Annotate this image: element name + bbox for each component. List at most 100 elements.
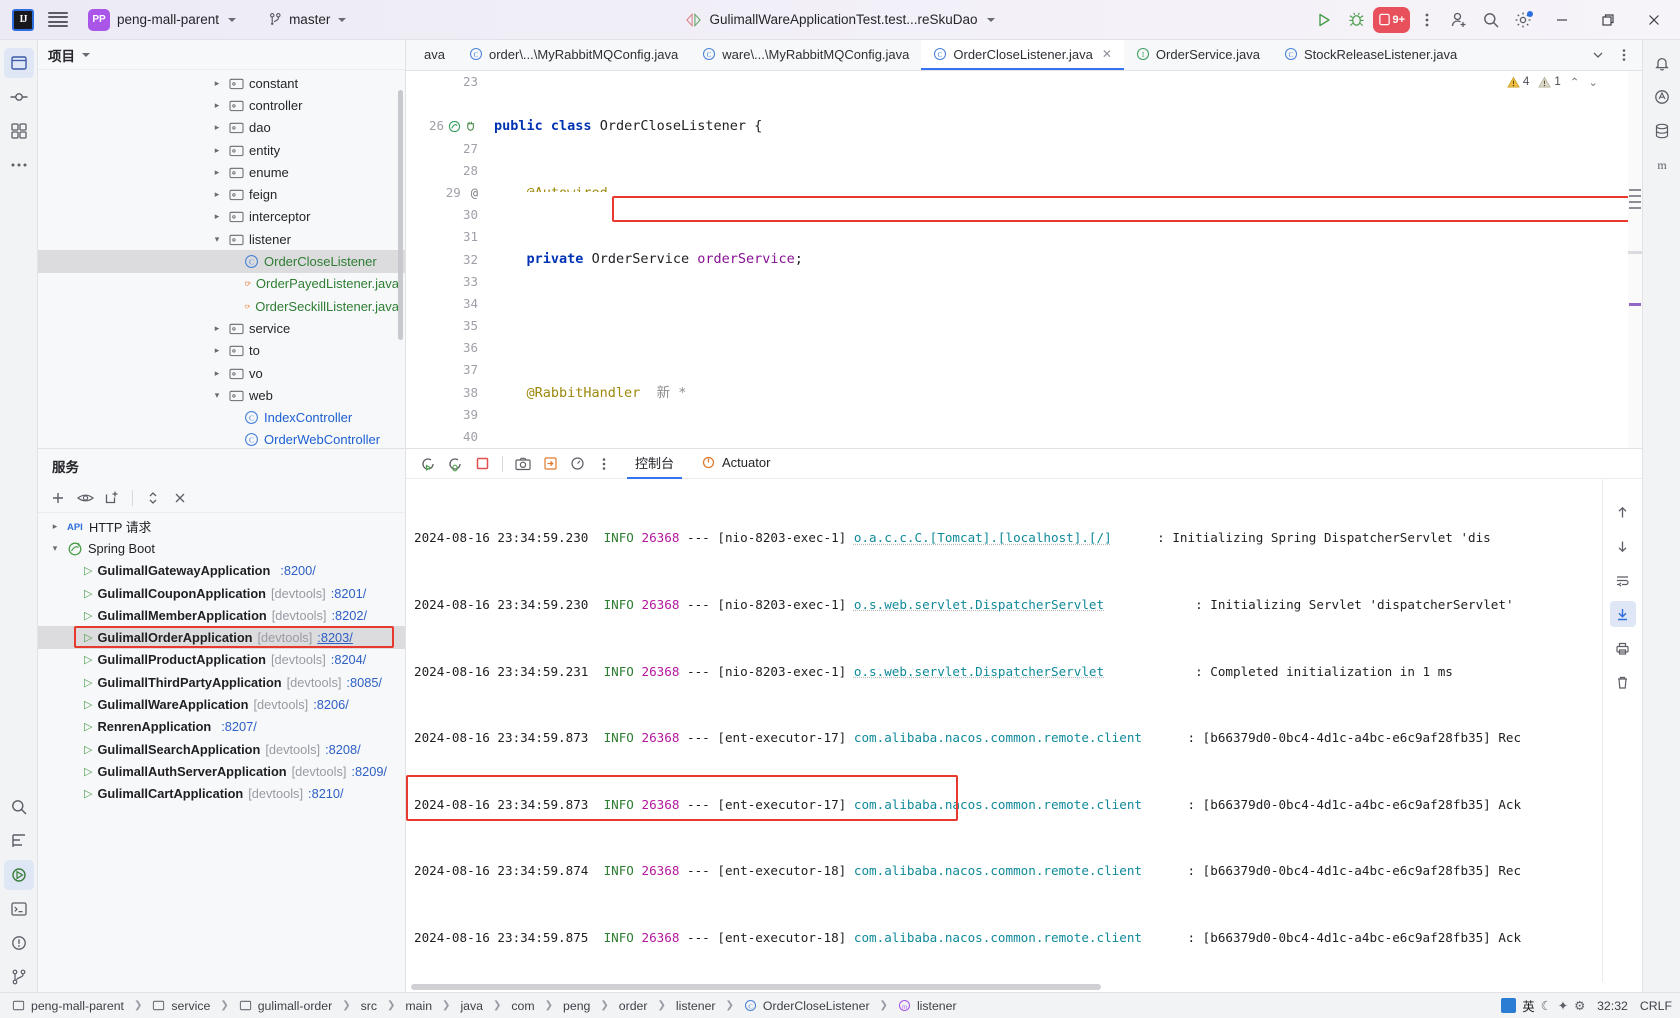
run-triangle-icon[interactable]: ▷ [84, 720, 92, 733]
annotation-marker-icon[interactable]: @ [471, 182, 478, 204]
more-tool-windows-button[interactable] [4, 150, 34, 180]
service-port[interactable]: :8204/ [331, 652, 367, 667]
run-triangle-icon[interactable]: ▷ [84, 743, 92, 756]
search-everywhere-button[interactable] [1476, 5, 1506, 35]
services-list[interactable]: ▸ API HTTP 请求 ▾ Spring Boot ▷ GulimallGa… [38, 513, 405, 992]
breadcrumb-src[interactable]: src [357, 998, 381, 1014]
service-item-coupon[interactable]: ▷ GulimallCouponApplication [devtools] :… [38, 582, 405, 604]
tree-node-service[interactable]: ▸ service [38, 317, 405, 339]
chevron-right-icon[interactable]: ▸ [210, 122, 224, 133]
chevron-down-icon[interactable]: ▾ [210, 390, 224, 401]
line-separator[interactable]: CRLF [1640, 999, 1672, 1013]
run-triangle-icon[interactable]: ▷ [84, 765, 92, 778]
sparkle-icon[interactable]: ✦ [1558, 999, 1568, 1013]
breadcrumb-gulimall-order[interactable]: gulimall-order [235, 998, 337, 1014]
next-problem-button[interactable]: ⌄ [1588, 75, 1598, 89]
chevron-down-icon[interactable]: ▾ [48, 543, 62, 554]
service-port[interactable]: :8201/ [331, 586, 367, 601]
soft-wrap-button[interactable] [1610, 567, 1636, 593]
tree-node-orderwebcontroller[interactable]: C OrderWebController [38, 429, 405, 448]
ime-settings-icon[interactable]: ⚙ [1574, 999, 1585, 1013]
breadcrumb-peng-mall-parent[interactable]: peng-mall-parent [8, 998, 128, 1014]
service-item-member[interactable]: ▷ GulimallMemberApplication [devtools] :… [38, 604, 405, 626]
service-port[interactable]: :8208/ [325, 742, 361, 757]
console-more-button[interactable] [592, 452, 616, 476]
problems-tool-button[interactable] [4, 928, 34, 958]
chevron-right-icon[interactable]: ▸ [210, 189, 224, 200]
editor-gutter[interactable]: 23 26 27 28 29 @ 30 31 32 33 34 35 36 37… [406, 71, 484, 448]
notifications-tool-button[interactable] [1647, 48, 1677, 78]
tab-partial[interactable]: ava [406, 40, 457, 70]
chevron-right-icon[interactable]: ▸ [210, 167, 224, 178]
tree-node-interceptor[interactable]: ▸ interceptor [38, 206, 405, 228]
tab-close-icon[interactable]: ✕ [1102, 47, 1112, 61]
find-tool-button[interactable] [4, 792, 34, 822]
structure-panel-button[interactable] [4, 826, 34, 856]
service-item-product[interactable]: ▷ GulimallProductApplication [devtools] … [38, 649, 405, 671]
show-services-button[interactable] [73, 486, 97, 510]
tree-node-controller[interactable]: ▸ controller [38, 94, 405, 116]
tab-stockreleaselistener[interactable]: C StockReleaseListener.java [1272, 40, 1469, 70]
service-item-ware[interactable]: ▷ GulimallWareApplication [devtools] :82… [38, 693, 405, 715]
console-output[interactable]: 2024-08-16 23:34:59.230 INFO 26368 --- [… [406, 479, 1602, 982]
tab-list-button[interactable] [1586, 43, 1610, 67]
tree-node-vo[interactable]: ▸ vo [38, 362, 405, 384]
run-triangle-icon[interactable]: ▷ [84, 631, 92, 644]
moon-icon[interactable]: ☾ [1541, 999, 1552, 1013]
chevron-right-icon[interactable]: ▸ [210, 211, 224, 222]
debug-button[interactable] [1341, 5, 1371, 35]
service-item-authserver[interactable]: ▷ GulimallAuthServerApplication [devtool… [38, 760, 405, 782]
chevron-right-icon[interactable]: ▸ [210, 100, 224, 111]
service-port[interactable]: :8209/ [351, 764, 387, 779]
run-triangle-icon[interactable]: ▷ [84, 787, 92, 800]
structure-tool-button[interactable] [4, 116, 34, 146]
breadcrumb-method-listener[interactable]: m listener [894, 998, 961, 1014]
run-triangle-icon[interactable]: ▷ [84, 587, 92, 600]
project-selector[interactable]: PP peng-mall-parent [82, 6, 242, 34]
editor-error-stripe[interactable] [1628, 71, 1642, 448]
close-window-button[interactable] [1632, 0, 1676, 40]
minimize-window-button[interactable] [1540, 0, 1584, 40]
expand-collapse-button[interactable] [141, 486, 165, 510]
service-port[interactable]: :8210/ [308, 786, 344, 801]
project-tool-button[interactable] [3, 48, 34, 78]
breadcrumb-main[interactable]: main [401, 998, 436, 1014]
tree-node-web[interactable]: ▾ web [38, 384, 405, 406]
tree-node-to[interactable]: ▸ to [38, 340, 405, 362]
console-horizontal-scrollbar[interactable] [406, 982, 1642, 992]
clear-console-button[interactable] [1610, 669, 1636, 695]
main-menu-button[interactable] [48, 11, 68, 28]
rerun-debug-button[interactable] [443, 452, 467, 476]
project-tree[interactable]: ▸ constant ▸ controller ▸ dao ▸ entity ▸… [38, 70, 405, 448]
chevron-right-icon[interactable]: ▸ [210, 345, 224, 356]
print-button[interactable] [1610, 635, 1636, 661]
tree-node-orderseckilllistener[interactable]: OrderSeckillListener.java [38, 295, 405, 317]
scroll-to-end-button[interactable] [1609, 601, 1636, 627]
breadcrumb-service[interactable]: service [148, 998, 214, 1014]
run-button[interactable] [1309, 5, 1339, 35]
chevron-down-icon[interactable]: ▾ [210, 234, 224, 245]
scrollbar-thumb[interactable] [411, 984, 1101, 990]
tree-node-orderpayedlistener[interactable]: OrderPayedListener.java [38, 273, 405, 295]
more-options-button[interactable] [1412, 5, 1442, 35]
bean-icon[interactable] [448, 120, 461, 133]
tree-node-enume[interactable]: ▸ enume [38, 161, 405, 183]
chevron-right-icon[interactable]: ▸ [210, 78, 224, 89]
version-control-tool-button[interactable] [4, 962, 34, 992]
service-item-order[interactable]: ▷ GulimallOrderApplication [devtools] :8… [38, 626, 405, 649]
service-port[interactable]: :8085/ [346, 675, 382, 690]
breadcrumb-peng[interactable]: peng [559, 998, 594, 1014]
add-account-button[interactable] [1444, 5, 1474, 35]
ai-assistant-tool-button[interactable] [1647, 82, 1677, 112]
service-port[interactable]: :8200/ [280, 563, 316, 578]
breadcrumb-ordercloselistener[interactable]: C OrderCloseListener [740, 998, 874, 1014]
prev-problem-button[interactable]: ⌃ [1570, 75, 1580, 89]
chevron-down-icon[interactable] [82, 52, 90, 57]
tree-node-constant[interactable]: ▸ constant [38, 72, 405, 94]
tree-node-dao[interactable]: ▸ dao [38, 117, 405, 139]
project-tree-scrollbar[interactable] [398, 90, 403, 340]
service-item-search[interactable]: ▷ GulimallSearchApplication [devtools] :… [38, 738, 405, 760]
spring-bean-icon[interactable] [465, 120, 478, 133]
tab-console[interactable]: 控制台 [627, 449, 683, 479]
vcs-branch-selector[interactable]: master [262, 9, 352, 30]
